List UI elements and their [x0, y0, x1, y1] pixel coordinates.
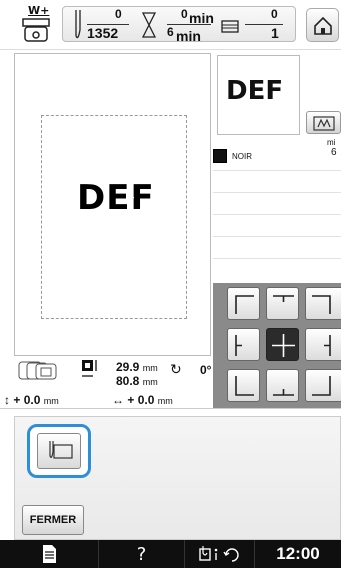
stitch-count-total: 1352	[87, 25, 119, 41]
vertical-move-icon: ↕	[4, 393, 10, 407]
top-left-corner-icon	[235, 295, 254, 314]
pattern-width-value: 29.9	[116, 360, 140, 374]
position-middle-right-button[interactable]	[305, 328, 341, 361]
document-button[interactable]	[0, 540, 99, 568]
rotation-angle-value: 0°	[200, 363, 212, 377]
position-top-left-button[interactable]	[227, 287, 260, 320]
needle-position-button-face	[37, 433, 81, 469]
home-icon	[314, 16, 332, 35]
list-divider	[213, 170, 341, 171]
pattern-info-area: 29.9 mm 80.8 mm ↻ 0° ↕ + 0.0 mm ↔ + 0.0 …	[0, 356, 213, 408]
frame-size-icon	[18, 361, 57, 380]
middle-right-icon	[324, 335, 331, 356]
horizontal-move-icon: ↔	[112, 393, 124, 407]
close-button[interactable]: FERMER	[22, 505, 84, 535]
color-change-current: 0	[271, 7, 278, 21]
time-unit-total: min	[176, 28, 201, 44]
embroidery-preview: DEF	[14, 53, 211, 356]
top-right-corner-icon	[312, 295, 331, 314]
position-grid	[213, 283, 341, 408]
hourglass-icon	[141, 12, 157, 38]
top-status-bar: W+ 0 1352 0 min 6 min 0 1	[0, 0, 341, 50]
thread-color-name: NOIR	[232, 152, 252, 161]
list-divider	[213, 214, 341, 215]
middle-left-icon	[235, 335, 242, 356]
needle-icon	[75, 10, 81, 39]
center-crosshair	[126, 197, 134, 198]
system-bar: ? 12:00	[0, 540, 341, 568]
pattern-thumbnail: DEF	[217, 55, 300, 135]
list-divider	[213, 236, 341, 237]
position-bottom-right-button[interactable]	[305, 369, 341, 402]
horizontal-move-unit: mm	[157, 396, 173, 406]
bottom-center-icon	[273, 389, 294, 396]
list-divider	[213, 192, 341, 193]
position-bottom-center-button[interactable]	[266, 369, 299, 402]
thread-view-icon	[313, 116, 335, 131]
center-cross-icon	[272, 334, 295, 357]
thread-info-icon	[198, 546, 239, 562]
document-icon	[43, 545, 56, 563]
horizontal-move-value: 0.0	[137, 393, 155, 407]
pattern-preview-text: DEF	[77, 178, 155, 218]
help-button[interactable]: ?	[99, 540, 185, 568]
presser-foot-label: W+	[28, 4, 50, 17]
list-divider	[213, 258, 341, 259]
thread-view-button[interactable]	[306, 111, 341, 134]
position-center-button[interactable]	[266, 328, 299, 361]
position-top-right-button[interactable]	[305, 287, 341, 320]
bottom-right-corner-icon	[312, 376, 331, 396]
thread-color-row: NOIR	[213, 145, 341, 167]
stitch-count-current: 0	[115, 7, 122, 21]
vertical-move-unit: mm	[43, 396, 59, 406]
pattern-height-value: 80.8	[116, 374, 140, 388]
thread-info-button[interactable]	[185, 540, 255, 568]
pattern-height-unit: mm	[142, 377, 158, 387]
clock: 12:00	[276, 544, 320, 563]
home-button[interactable]	[306, 8, 339, 42]
position-top-center-button[interactable]	[266, 287, 299, 320]
top-center-icon	[273, 295, 294, 302]
sewing-counters: 0 1352 0 min 6 min 0 1	[62, 6, 296, 44]
position-middle-left-button[interactable]	[227, 328, 260, 361]
thread-spool-icon	[221, 20, 239, 33]
time-current: 0	[181, 7, 188, 21]
pattern-size-icon	[82, 360, 97, 377]
bottom-left-corner-icon	[235, 376, 254, 396]
thumbnail-text: DEF	[226, 76, 284, 106]
rotate-angle-icon: ↻	[170, 361, 182, 377]
color-change-total: 1	[271, 25, 279, 41]
thread-color-swatch	[213, 149, 227, 163]
vertical-move-value: 0.0	[23, 393, 41, 407]
start-point-button[interactable]	[27, 424, 91, 478]
position-bottom-left-button[interactable]	[227, 369, 260, 402]
needle-position-icon	[49, 441, 73, 459]
pattern-width-unit: mm	[142, 363, 158, 373]
vertical-move-sign: +	[13, 393, 21, 407]
time-total: 6	[167, 25, 174, 39]
horizontal-move-sign: +	[127, 393, 135, 407]
presser-foot-indicator: W+	[20, 4, 54, 46]
